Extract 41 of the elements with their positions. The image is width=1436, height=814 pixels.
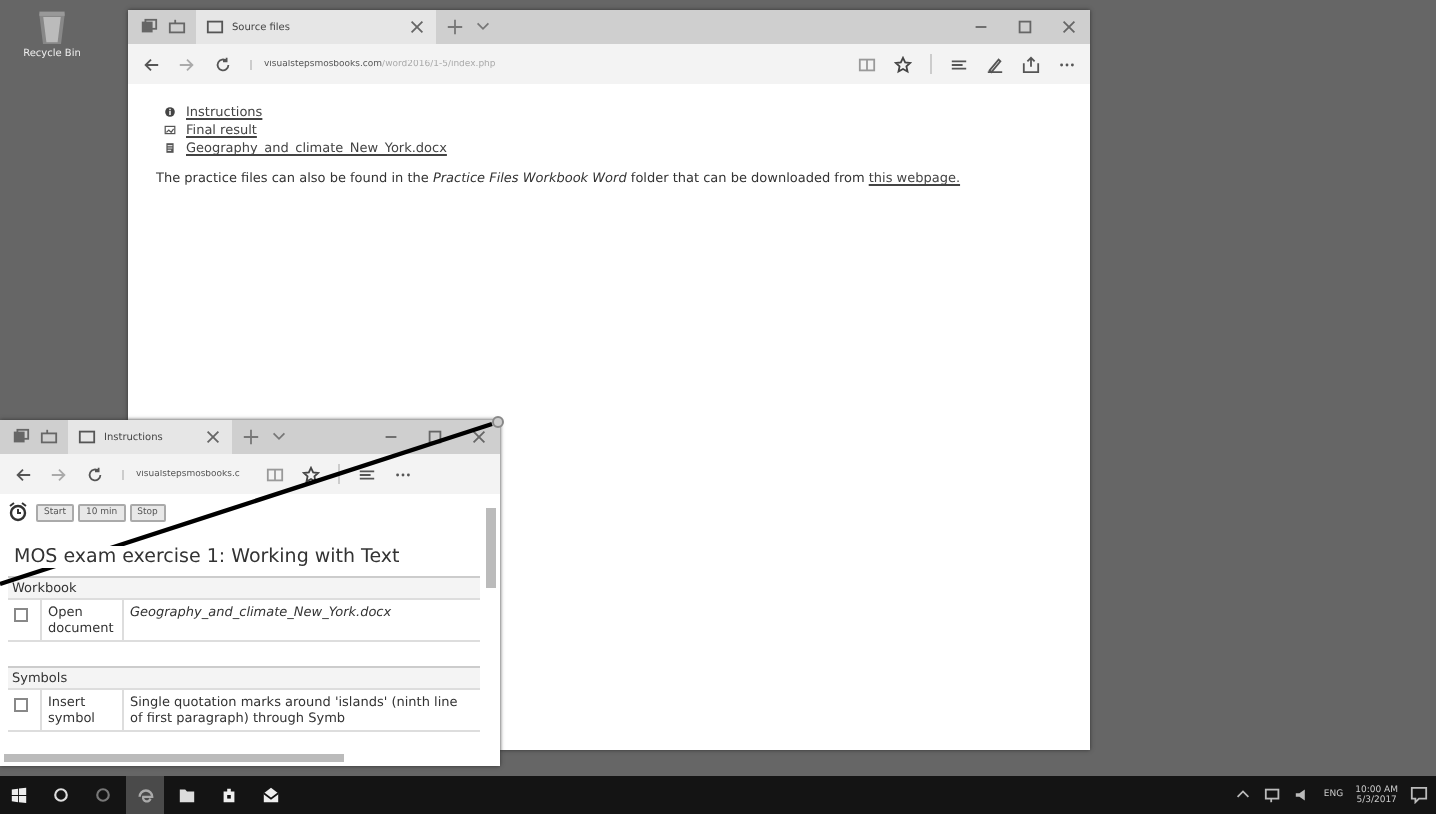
checkbox[interactable]: [14, 698, 28, 712]
tabs-aside-icon[interactable]: [40, 428, 58, 446]
document-icon: [164, 142, 176, 154]
scrollbar[interactable]: [486, 508, 496, 588]
resize-handle-icon[interactable]: [492, 416, 504, 428]
tab-page-icon: [206, 18, 224, 36]
pen-icon[interactable]: [986, 55, 1004, 73]
circle-icon: [94, 786, 112, 804]
search-icon: [52, 786, 70, 804]
trash-bin-icon[interactable]: [34, 8, 70, 44]
refresh-icon[interactable]: [86, 465, 104, 483]
browser-icon: [136, 786, 154, 804]
windows-logo-icon: [10, 786, 28, 804]
network-icon[interactable]: [1263, 786, 1282, 804]
plus-icon[interactable]: [242, 428, 260, 446]
plus-icon[interactable]: [446, 18, 464, 36]
tab-page-icon: [78, 428, 96, 446]
back-icon[interactable]: [14, 465, 32, 483]
hub-icon[interactable]: [358, 465, 376, 483]
maximize-icon[interactable]: [426, 428, 444, 446]
star-icon[interactable]: [302, 465, 320, 483]
tabs-icon[interactable]: [140, 18, 158, 36]
close-icon[interactable]: [470, 428, 488, 446]
checkbox[interactable]: [14, 608, 28, 622]
tabs-icon[interactable]: [12, 428, 30, 446]
image-icon: [164, 124, 176, 136]
hub-icon[interactable]: [950, 55, 968, 73]
notification-icon[interactable]: [1410, 786, 1428, 804]
share-icon[interactable]: [1022, 55, 1040, 73]
back-icon[interactable]: [142, 55, 160, 73]
shopping-bag-icon: [220, 786, 238, 804]
tabs-aside-icon[interactable]: [168, 18, 186, 36]
reading-view-icon[interactable]: [858, 55, 876, 73]
scrollbar[interactable]: [4, 754, 344, 762]
star-icon[interactable]: [894, 55, 912, 73]
folder-icon: [178, 786, 196, 804]
refresh-icon[interactable]: [214, 55, 232, 73]
reading-view-icon[interactable]: [266, 465, 284, 483]
info-icon: [164, 106, 176, 118]
alarm-clock-icon: [8, 502, 28, 522]
mail-icon: [262, 786, 280, 804]
